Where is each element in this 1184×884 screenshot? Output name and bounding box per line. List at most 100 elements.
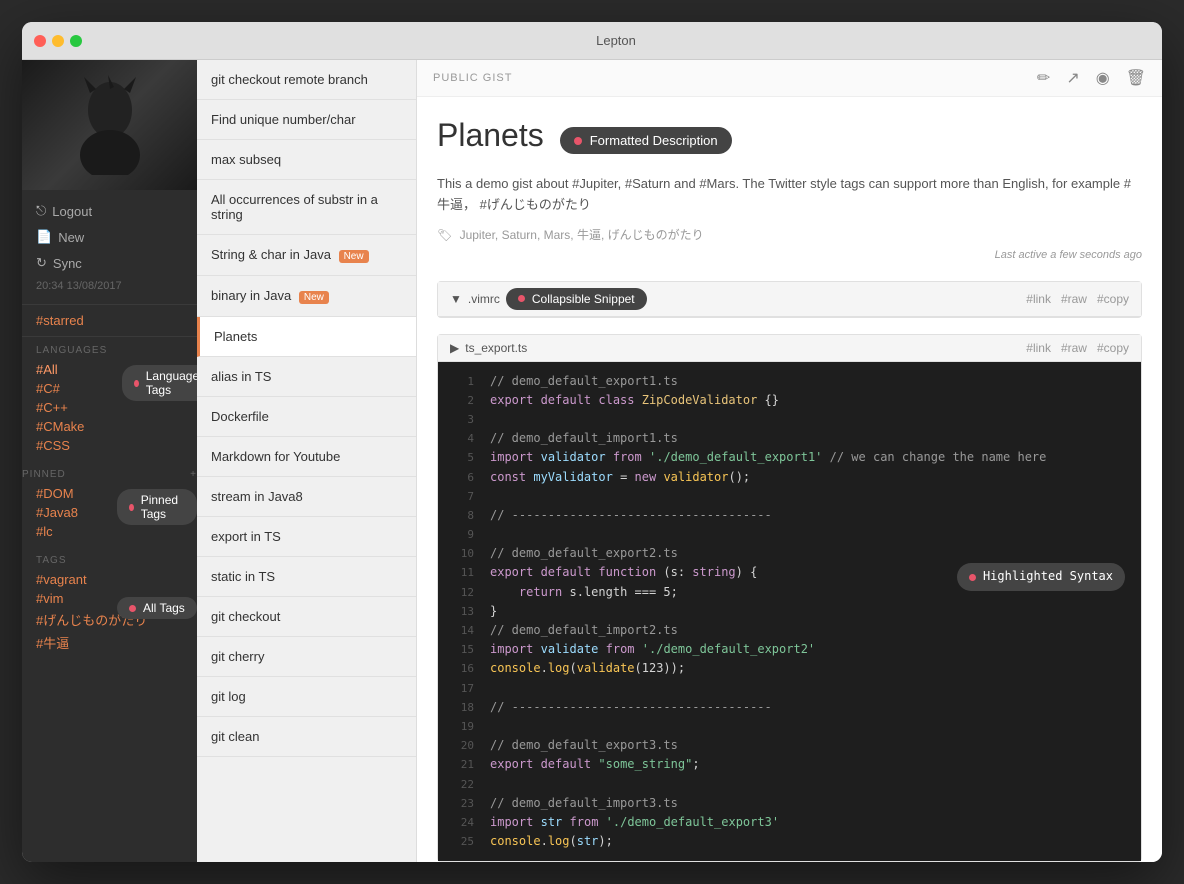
vimrc-copy-action[interactable]: #copy bbox=[1097, 292, 1129, 306]
add-pinned-button[interactable]: + bbox=[190, 469, 197, 480]
list-item-label: alias in TS bbox=[211, 369, 271, 384]
external-link-icon[interactable]: ↗ bbox=[1066, 68, 1079, 88]
ts-copy-action[interactable]: #copy bbox=[1097, 341, 1129, 355]
gist-tags: 🏷 Jupiter, Saturn, Mars, 牛逼, げんじものがたり bbox=[437, 226, 1142, 243]
list-item-dockerfile[interactable]: Dockerfile bbox=[197, 397, 416, 437]
list-item-alias-ts[interactable]: alias in TS bbox=[197, 357, 416, 397]
code-line-3: 3 bbox=[438, 410, 1141, 429]
code-line-14: 14 // demo_default_import2.ts bbox=[438, 621, 1141, 640]
list-item-label: stream in Java8 bbox=[211, 489, 303, 504]
list-item-git-clean[interactable]: git clean bbox=[197, 717, 416, 757]
code-line-18: 18 // ----------------------------------… bbox=[438, 698, 1141, 717]
list-item-label: String & char in Java bbox=[211, 247, 331, 262]
titlebar: Lepton bbox=[22, 22, 1162, 60]
last-active: Last active a few seconds ago bbox=[995, 249, 1142, 261]
app-window: Lepton ⎋ bbox=[22, 22, 1162, 862]
gist-meta: Last active a few seconds ago bbox=[437, 249, 1142, 261]
languages-label: LANGUAGES bbox=[22, 337, 197, 360]
list-item-static-ts[interactable]: static in TS bbox=[197, 557, 416, 597]
code-line-5: 5 import validator from './demo_default_… bbox=[438, 448, 1141, 467]
lang-tag-css[interactable]: #CSS bbox=[36, 436, 183, 455]
ts-raw-action[interactable]: #raw bbox=[1061, 341, 1087, 355]
snippet-vimrc-actions: #link #raw #copy bbox=[1026, 292, 1129, 306]
pinned-header: PINNED + bbox=[22, 461, 197, 484]
list-item-max-subseq[interactable]: max subseq bbox=[197, 140, 416, 180]
sync-label: Sync bbox=[53, 256, 82, 271]
ts-link-action[interactable]: #link bbox=[1026, 341, 1051, 355]
maximize-button[interactable] bbox=[70, 35, 82, 47]
list-item-label: git clean bbox=[211, 729, 259, 744]
pinned-tags-badge: Pinned Tags bbox=[117, 489, 197, 525]
delete-icon[interactable]: 🗑 bbox=[1126, 68, 1146, 88]
list-item-binary-java[interactable]: binary in Java New bbox=[197, 276, 416, 317]
list-item-git-checkout-remote[interactable]: git checkout remote branch bbox=[197, 60, 416, 100]
new-badge: New bbox=[339, 250, 369, 263]
list-item-git-cherry[interactable]: git cherry bbox=[197, 637, 416, 677]
code-line-9: 9 bbox=[438, 525, 1141, 544]
list-item-label: git cherry bbox=[211, 649, 264, 664]
collapse-toggle[interactable]: ▼ bbox=[450, 292, 462, 306]
snippet-ts-export: ▶ ts_export.ts #link #raw #copy 1 // dem… bbox=[437, 334, 1142, 862]
list-item-markdown-youtube[interactable]: Markdown for Youtube bbox=[197, 437, 416, 477]
code-line-16: 16 console.log(validate(123)); bbox=[438, 659, 1141, 678]
sync-button[interactable]: ↻ Sync bbox=[22, 250, 197, 276]
traffic-lights bbox=[34, 35, 82, 47]
list-item-label: git checkout remote branch bbox=[211, 72, 368, 87]
list-item-string-char[interactable]: String & char in Java New bbox=[197, 235, 416, 276]
collapsible-snippet-badge: Collapsible Snippet bbox=[506, 288, 647, 310]
code-line-25: 25 console.log(str); bbox=[438, 832, 1141, 851]
logout-button[interactable]: ⎋ Logout bbox=[22, 198, 197, 224]
new-button[interactable]: 📄 New bbox=[22, 224, 197, 250]
avatar-image bbox=[22, 60, 197, 190]
code-line-17: 17 bbox=[438, 679, 1141, 698]
logout-label: Logout bbox=[52, 204, 92, 219]
tags-label: TAGS bbox=[22, 547, 197, 570]
list-item-label: static in TS bbox=[211, 569, 275, 584]
logout-icon: ⎋ bbox=[36, 203, 46, 219]
main-content: ⎋ Logout 📄 New ↻ Sync 20:34 13/08/2017 #… bbox=[22, 60, 1162, 862]
gist-title: Planets bbox=[437, 117, 544, 154]
snippet-vimrc-filename: ▼ .vimrc Collapsible Snippet bbox=[450, 288, 647, 310]
lang-tag-cmake[interactable]: #CMake bbox=[36, 417, 183, 436]
list-item-stream-java8[interactable]: stream in Java8 bbox=[197, 477, 416, 517]
filename-label: ts_export.ts bbox=[465, 341, 527, 355]
highlighted-syntax-badge: Highlighted Syntax bbox=[957, 563, 1125, 590]
pinned-tags-badge-container: Pinned Tags bbox=[117, 489, 197, 525]
code-line-10: 10 // demo_default_export2.ts bbox=[438, 544, 1141, 563]
list-item-all-occurrences[interactable]: All occurrences of substr in a string bbox=[197, 180, 416, 235]
title-row: Planets Formatted Description bbox=[437, 117, 1142, 164]
eye-icon[interactable]: ◉ bbox=[1096, 68, 1110, 88]
all-tags-badge-container: All Tags bbox=[117, 597, 197, 619]
close-button[interactable] bbox=[34, 35, 46, 47]
vimrc-link-action[interactable]: #link bbox=[1026, 292, 1051, 306]
list-item-git-checkout[interactable]: git checkout bbox=[197, 597, 416, 637]
list-item-planets[interactable]: Planets bbox=[197, 317, 416, 357]
list-item-label: Dockerfile bbox=[211, 409, 269, 424]
language-tags-badge: Language Tags bbox=[122, 365, 197, 401]
all-tags-badge: All Tags bbox=[117, 597, 197, 619]
public-gist-label: PUBLIC GIST bbox=[433, 72, 512, 84]
code-block: 1 // demo_default_export1.ts 2 export de… bbox=[438, 362, 1141, 862]
sidebar: ⎋ Logout 📄 New ↻ Sync 20:34 13/08/2017 #… bbox=[22, 60, 197, 862]
code-line-11: 11 export default function (s: string) {… bbox=[438, 563, 1141, 582]
tags-section: TAGS #vagrant #vim #げんじものがたり #牛逼 All Tag… bbox=[22, 547, 197, 668]
list-item-git-log[interactable]: git log bbox=[197, 677, 416, 717]
minimize-button[interactable] bbox=[52, 35, 64, 47]
starred-section: #starred bbox=[22, 305, 197, 337]
list-item-label: All occurrences of substr in a string bbox=[211, 192, 378, 222]
detail-panel: PUBLIC GIST ✏ ↗ ◉ 🗑 Planets Formatted De… bbox=[417, 60, 1162, 862]
pinned-label: PINNED bbox=[22, 469, 66, 480]
snippet-ts-header: ▶ ts_export.ts #link #raw #copy bbox=[438, 335, 1141, 362]
list-item-label: Planets bbox=[214, 329, 257, 344]
list-panel: git checkout remote branch Find unique n… bbox=[197, 60, 417, 862]
edit-icon[interactable]: ✏ bbox=[1037, 68, 1050, 88]
tag-niubi[interactable]: #牛逼 bbox=[36, 631, 183, 654]
list-item-export-ts[interactable]: export in TS bbox=[197, 517, 416, 557]
list-item-find-unique[interactable]: Find unique number/char bbox=[197, 100, 416, 140]
tag-vagrant[interactable]: #vagrant bbox=[36, 570, 183, 589]
expand-toggle[interactable]: ▶ bbox=[450, 341, 459, 355]
starred-tag[interactable]: #starred bbox=[36, 311, 183, 330]
gist-tags-text: Jupiter, Saturn, Mars, 牛逼, げんじものがたり bbox=[460, 228, 704, 242]
code-line-22: 22 bbox=[438, 775, 1141, 794]
vimrc-raw-action[interactable]: #raw bbox=[1061, 292, 1087, 306]
